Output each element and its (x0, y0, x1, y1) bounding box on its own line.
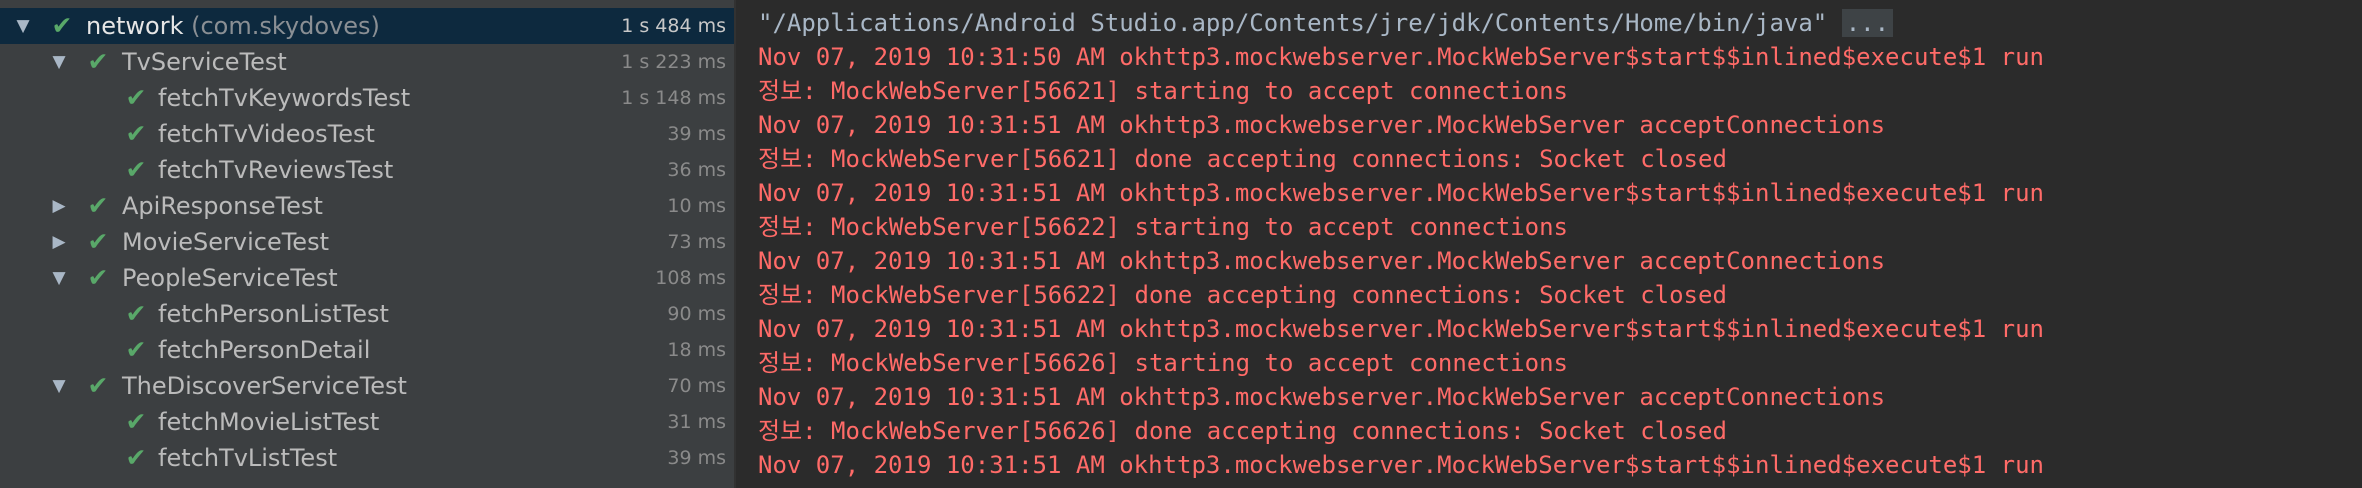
triangle-down-icon[interactable]: ▼ (46, 44, 72, 80)
duration-label: 108 ms (655, 267, 726, 289)
console-line: 정보: MockWebServer[56626] done accepting … (758, 417, 1727, 445)
tree-node-tvservicetest[interactable]: ▼ ✔ TvServiceTest 1 s 223 ms (0, 44, 734, 80)
duration-label: 90 ms (667, 303, 726, 325)
console-line: 정보: MockWebServer[56622] done accepting … (758, 281, 1727, 309)
console-line: Nov 07, 2019 10:31:50 AM okhttp3.mockweb… (758, 43, 2044, 71)
tree-node-label: fetchPersonListTest (158, 300, 389, 328)
console-line: 정보: MockWebServer[56621] starting to acc… (758, 77, 1568, 105)
tree-node-peopleservicetest[interactable]: ▼ ✔ PeopleServiceTest 108 ms (0, 260, 734, 296)
triangle-down-icon[interactable]: ▼ (10, 8, 36, 44)
tree-node-apiresponsetest[interactable]: ▶ ✔ ApiResponseTest 10 ms (0, 188, 734, 224)
triangle-down-icon[interactable]: ▼ (46, 260, 72, 296)
tree-node-fetchtvreviewstest[interactable]: ✔ fetchTvReviewsTest 36 ms (0, 152, 734, 188)
command-text: "/Applications/Android Studio.app/Conten… (758, 9, 1828, 37)
console-command-line: "/Applications/Android Studio.app/Conten… (758, 6, 1894, 40)
duration-label: 18 ms (667, 339, 726, 361)
tree-node-label: TvServiceTest (122, 48, 287, 76)
console-line: Nov 07, 2019 10:31:51 AM okhttp3.mockweb… (758, 179, 2044, 207)
check-icon: ✔ (125, 443, 147, 472)
tree-node-label: TheDiscoverServiceTest (122, 372, 407, 400)
console-line: Nov 07, 2019 10:31:51 AM okhttp3.mockweb… (758, 315, 2044, 343)
check-icon: ✔ (125, 335, 147, 364)
tree-node-label: fetchTvVideosTest (158, 120, 375, 148)
tree-node-label: fetchPersonDetail (158, 336, 371, 364)
tree-node-label: fetchTvKeywordsTest (158, 84, 411, 112)
tree-node-fetchpersondetail[interactable]: ✔ fetchPersonDetail 18 ms (0, 332, 734, 368)
duration-label: 31 ms (667, 411, 726, 433)
duration-label: 1 s 223 ms (621, 51, 726, 73)
check-icon: ✔ (87, 263, 109, 292)
tree-node-label: network (com.skydoves) (86, 8, 380, 44)
check-icon: ✔ (125, 119, 147, 148)
check-icon: ✔ (125, 407, 147, 436)
test-runner-window: ▼ ✔ network (com.skydoves) 1 s 484 ms ▼ … (0, 0, 2362, 488)
triangle-right-icon[interactable]: ▶ (46, 224, 72, 260)
expand-command-button[interactable]: ... (1841, 9, 1894, 37)
triangle-right-icon[interactable]: ▶ (46, 188, 72, 224)
tree-node-label: fetchTvListTest (158, 444, 338, 472)
console-line: 정보: MockWebServer[56621] done accepting … (758, 145, 1727, 173)
tree-node-fetchpersonlisttest[interactable]: ✔ fetchPersonListTest 90 ms (0, 296, 734, 332)
duration-label: 39 ms (667, 123, 726, 145)
tree-node-label: fetchMovieListTest (158, 408, 380, 436)
tree-node-movieservicetest[interactable]: ▶ ✔ MovieServiceTest 73 ms (0, 224, 734, 260)
tree-node-fetchtvvideostest[interactable]: ✔ fetchTvVideosTest 39 ms (0, 116, 734, 152)
check-icon: ✔ (87, 191, 109, 220)
tree-node-fetchtvlisttest[interactable]: ✔ fetchTvListTest 39 ms (0, 440, 734, 476)
duration-label: 1 s 484 ms (621, 15, 726, 37)
tree-node-fetchtvkeywordstest[interactable]: ✔ fetchTvKeywordsTest 1 s 148 ms (0, 80, 734, 116)
tree-node-thediscoverservicetest[interactable]: ▼ ✔ TheDiscoverServiceTest 70 ms (0, 368, 734, 404)
duration-label: 36 ms (667, 159, 726, 181)
tree-node-network[interactable]: ▼ ✔ network (com.skydoves) 1 s 484 ms (0, 8, 734, 44)
console-output[interactable]: "/Applications/Android Studio.app/Conten… (736, 0, 2362, 488)
duration-label: 39 ms (667, 447, 726, 469)
check-icon: ✔ (125, 155, 147, 184)
console-line: 정보: MockWebServer[56622] starting to acc… (758, 213, 1568, 241)
check-icon: ✔ (87, 371, 109, 400)
triangle-down-icon[interactable]: ▼ (46, 368, 72, 404)
console-line: Nov 07, 2019 10:31:51 AM okhttp3.mockweb… (758, 247, 1886, 275)
tree-node-label: PeopleServiceTest (122, 264, 338, 292)
test-results-tree[interactable]: ▼ ✔ network (com.skydoves) 1 s 484 ms ▼ … (0, 0, 734, 488)
check-icon: ✔ (87, 227, 109, 256)
tree-node-label: MovieServiceTest (122, 228, 329, 256)
tree-node-label: fetchTvReviewsTest (158, 156, 394, 184)
tree-node-label: ApiResponseTest (122, 192, 323, 220)
console-line: Nov 07, 2019 10:31:51 AM okhttp3.mockweb… (758, 451, 2044, 479)
duration-label: 10 ms (667, 195, 726, 217)
check-icon: ✔ (125, 83, 147, 112)
check-icon: ✔ (125, 299, 147, 328)
console-line: Nov 07, 2019 10:31:51 AM okhttp3.mockweb… (758, 111, 1886, 139)
duration-label: 70 ms (667, 375, 726, 397)
check-icon: ✔ (87, 47, 109, 76)
duration-label: 73 ms (667, 231, 726, 253)
check-icon: ✔ (51, 11, 73, 40)
tree-node-fetchmovielisttest[interactable]: ✔ fetchMovieListTest 31 ms (0, 404, 734, 440)
duration-label: 1 s 148 ms (621, 87, 726, 109)
root-package: (com.skydoves) (191, 12, 380, 40)
root-name: network (86, 12, 184, 40)
console-line: Nov 07, 2019 10:31:51 AM okhttp3.mockweb… (758, 383, 1886, 411)
console-line: 정보: MockWebServer[56626] starting to acc… (758, 349, 1568, 377)
